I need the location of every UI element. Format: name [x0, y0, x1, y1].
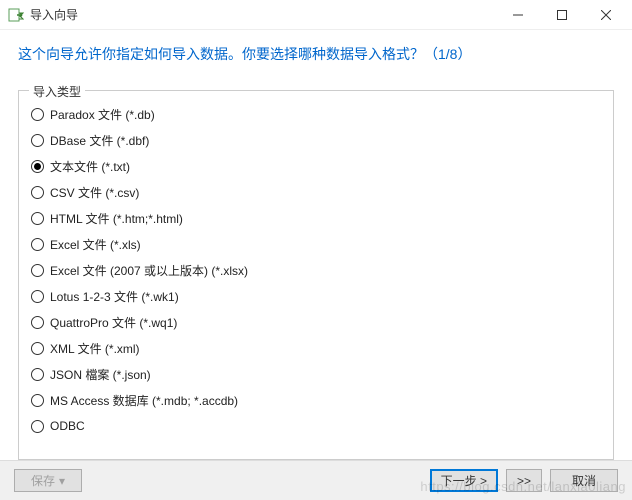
window-controls — [496, 1, 628, 29]
import-type-label: QuattroPro 文件 (*.wq1) — [50, 314, 177, 331]
radio-icon — [31, 420, 44, 433]
import-type-label: ODBC — [50, 419, 85, 433]
import-type-option[interactable]: 文本文件 (*.txt) — [31, 153, 601, 179]
cancel-button[interactable]: 取消 — [550, 469, 618, 492]
radio-icon — [31, 134, 44, 147]
import-type-group: 导入类型 Paradox 文件 (*.db)DBase 文件 (*.dbf)文本… — [18, 90, 614, 460]
import-type-option[interactable]: ODBC — [31, 413, 601, 439]
import-type-option[interactable]: Paradox 文件 (*.db) — [31, 101, 601, 127]
import-type-label: 文本文件 (*.txt) — [50, 158, 130, 175]
import-type-label: Excel 文件 (*.xls) — [50, 236, 141, 253]
skip-button[interactable]: >> — [506, 469, 542, 492]
import-wizard-icon — [8, 7, 24, 23]
import-type-option[interactable]: XML 文件 (*.xml) — [31, 335, 601, 361]
window-title: 导入向导 — [30, 6, 496, 23]
import-type-label: HTML 文件 (*.htm;*.html) — [50, 210, 183, 227]
radio-icon — [31, 108, 44, 121]
import-type-label: MS Access 数据库 (*.mdb; *.accdb) — [50, 392, 238, 409]
next-button[interactable]: 下一步 > — [430, 469, 498, 492]
titlebar: 导入向导 — [0, 0, 632, 30]
radio-icon — [31, 368, 44, 381]
radio-icon — [31, 238, 44, 251]
group-legend: 导入类型 — [29, 83, 85, 100]
import-type-label: XML 文件 (*.xml) — [50, 340, 140, 357]
import-type-option[interactable]: QuattroPro 文件 (*.wq1) — [31, 309, 601, 335]
import-type-label: Lotus 1-2-3 文件 (*.wk1) — [50, 288, 179, 305]
import-type-label: Paradox 文件 (*.db) — [50, 106, 155, 123]
radio-icon — [31, 316, 44, 329]
chevron-down-icon: ▾ — [59, 474, 65, 488]
close-button[interactable] — [584, 1, 628, 29]
radio-icon — [31, 290, 44, 303]
import-type-label: DBase 文件 (*.dbf) — [50, 132, 149, 149]
import-type-option[interactable]: MS Access 数据库 (*.mdb; *.accdb) — [31, 387, 601, 413]
import-type-label: CSV 文件 (*.csv) — [50, 184, 139, 201]
save-button[interactable]: 保存 ▾ — [14, 469, 82, 492]
import-type-label: JSON 檔案 (*.json) — [50, 366, 151, 383]
wizard-heading: 这个向导允许你指定如何导入数据。你要选择哪种数据导入格式？（1/8） — [0, 30, 632, 72]
import-type-label: Excel 文件 (2007 或以上版本) (*.xlsx) — [50, 262, 248, 279]
import-type-option[interactable]: HTML 文件 (*.htm;*.html) — [31, 205, 601, 231]
wizard-footer: 保存 ▾ 下一步 > >> 取消 — [0, 460, 632, 500]
minimize-button[interactable] — [496, 1, 540, 29]
import-type-option[interactable]: CSV 文件 (*.csv) — [31, 179, 601, 205]
import-type-option[interactable]: JSON 檔案 (*.json) — [31, 361, 601, 387]
import-type-option[interactable]: DBase 文件 (*.dbf) — [31, 127, 601, 153]
save-button-label: 保存 — [31, 472, 55, 489]
radio-icon — [31, 342, 44, 355]
import-type-option[interactable]: Excel 文件 (2007 或以上版本) (*.xlsx) — [31, 257, 601, 283]
radio-icon — [31, 264, 44, 277]
import-type-option[interactable]: Lotus 1-2-3 文件 (*.wk1) — [31, 283, 601, 309]
radio-icon — [31, 212, 44, 225]
radio-icon — [31, 160, 44, 173]
radio-icon — [31, 394, 44, 407]
radio-icon — [31, 186, 44, 199]
maximize-button[interactable] — [540, 1, 584, 29]
import-type-option[interactable]: Excel 文件 (*.xls) — [31, 231, 601, 257]
